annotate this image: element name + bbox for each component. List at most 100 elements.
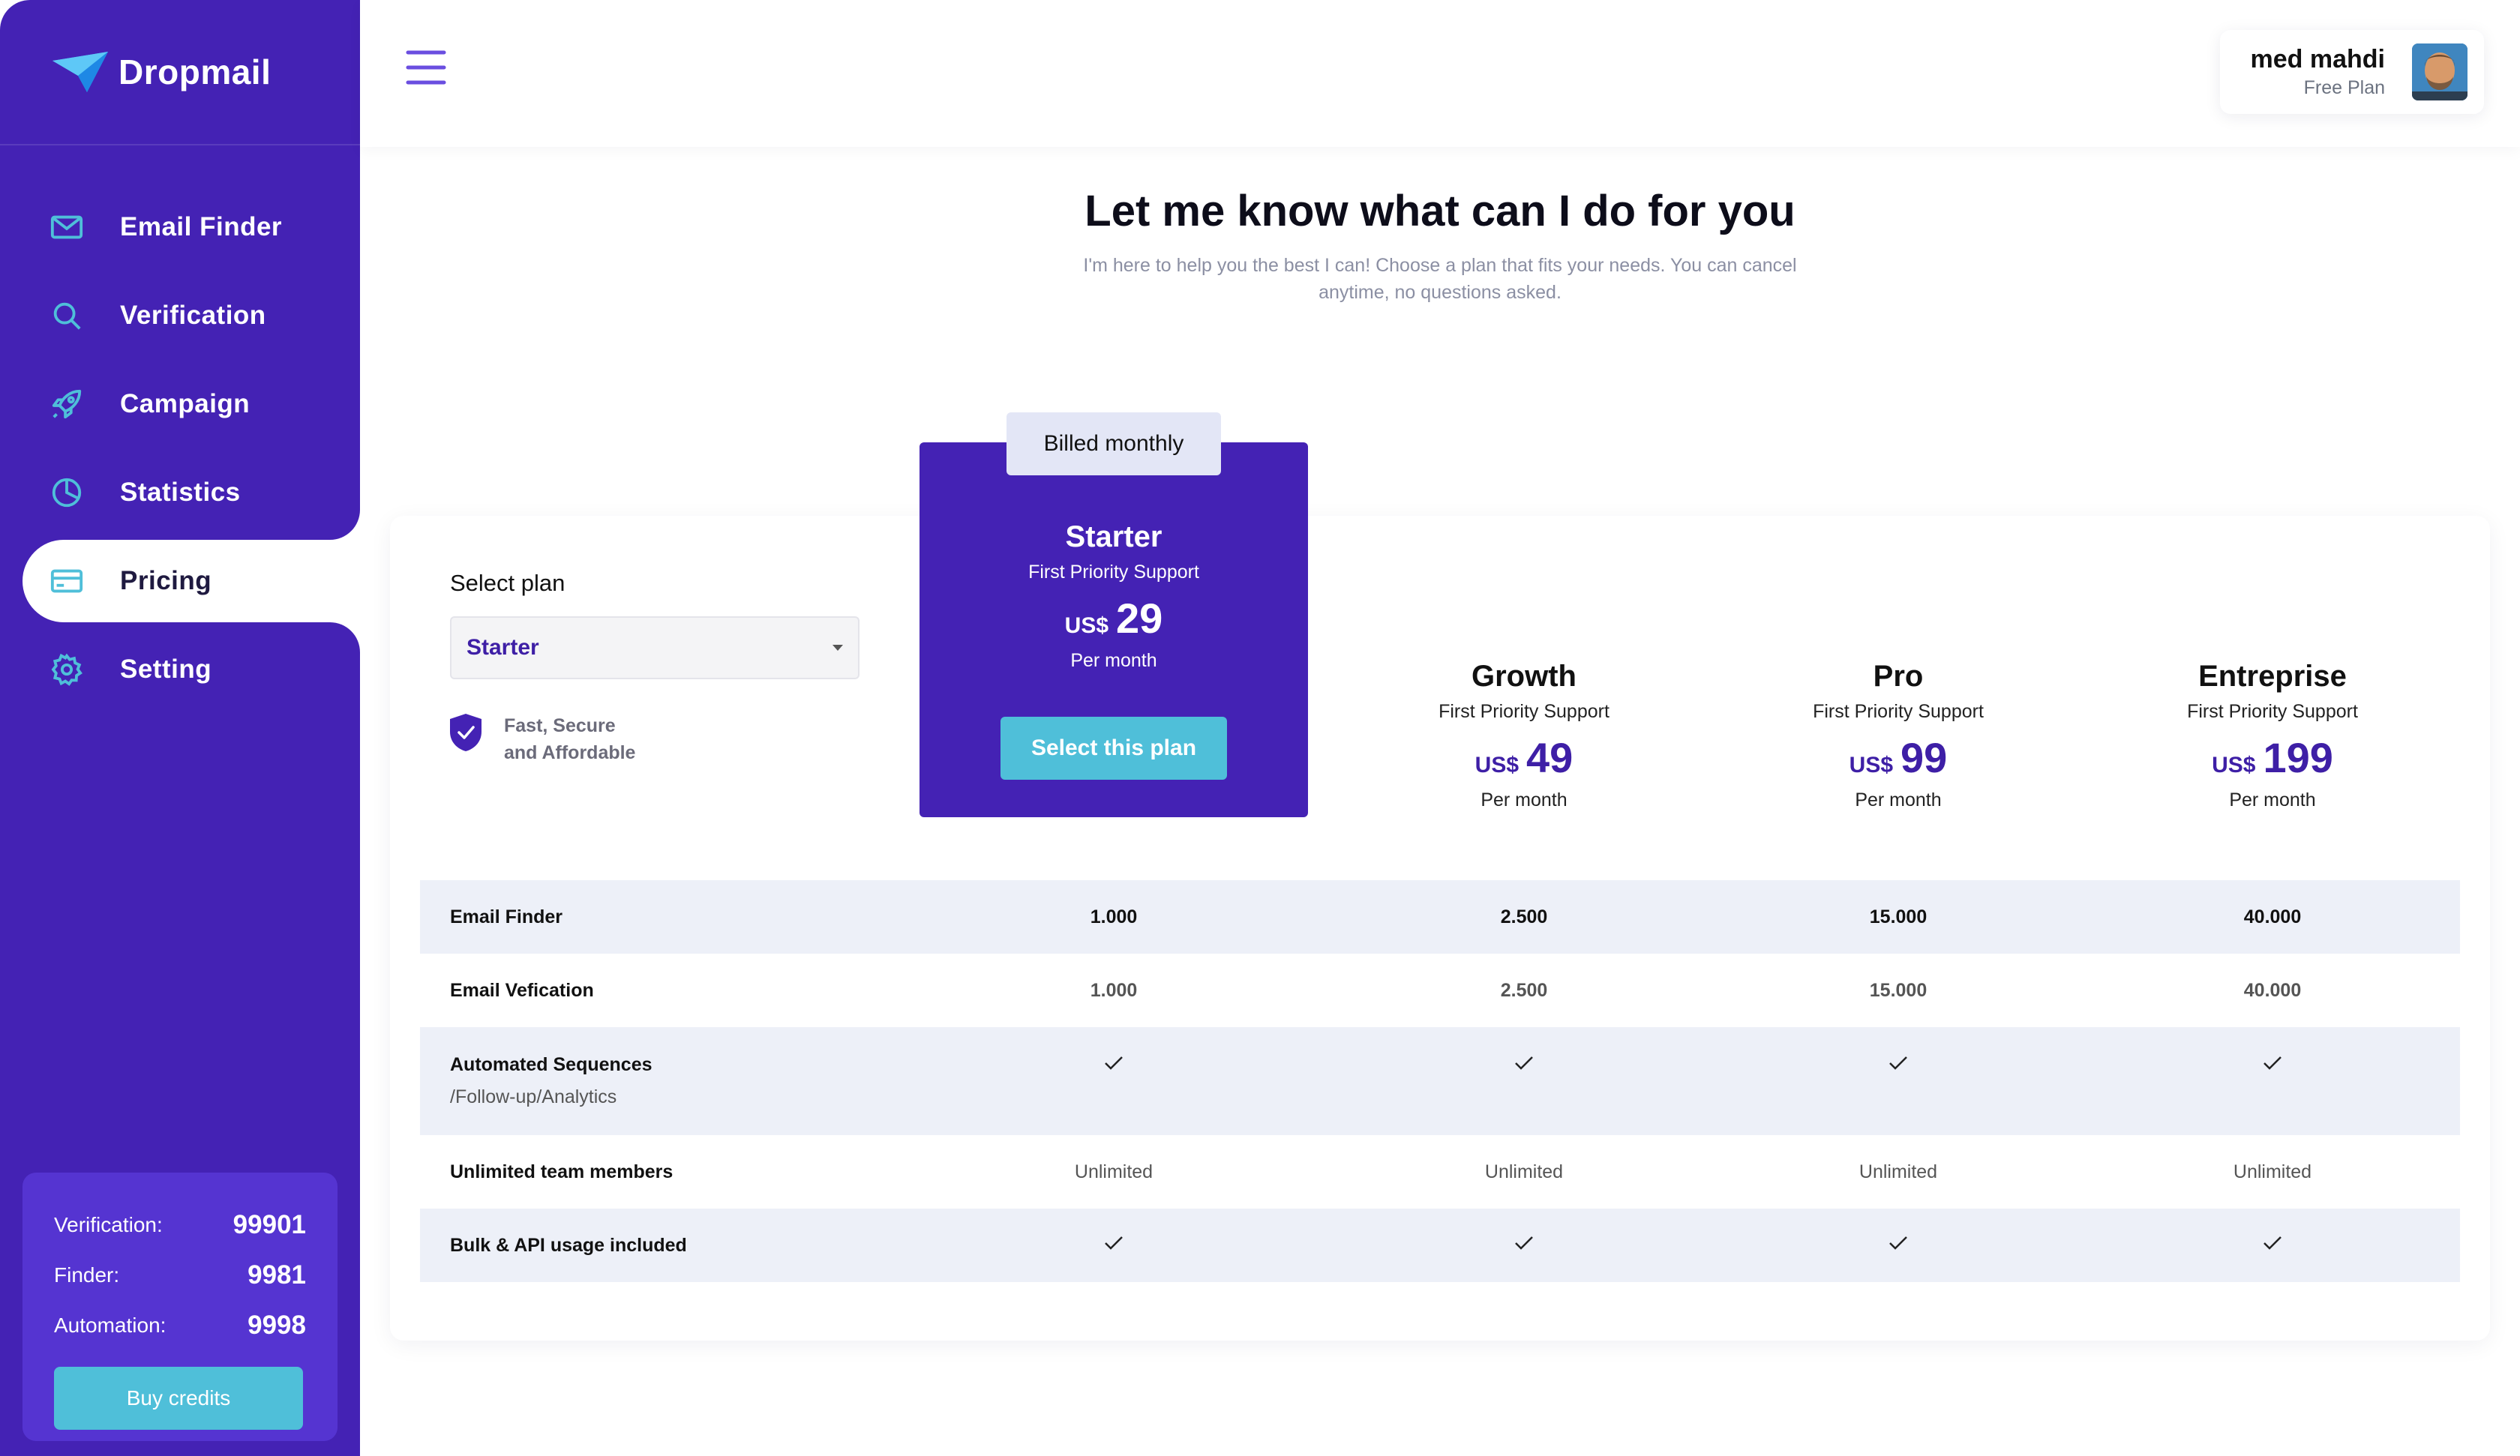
plan-support: First Priority Support	[1028, 562, 1199, 583]
plan-amount: 49	[1526, 734, 1574, 781]
plan-currency: US$	[2212, 753, 2256, 777]
plan-support: First Priority Support	[1438, 701, 1610, 722]
sidebar-item-setting[interactable]: Setting	[0, 628, 360, 711]
sidebar-item-label: Email Finder	[120, 212, 283, 241]
brand-name: Dropmail	[118, 52, 272, 91]
avatar[interactable]	[2412, 43, 2468, 100]
plan-support: First Priority Support	[1813, 701, 1984, 722]
select-plan-label: Select plan	[450, 570, 566, 596]
credit-row-automation: Automation: 9998	[54, 1300, 306, 1350]
feature-note-text: Fast, Secure and Affordable	[504, 712, 635, 766]
plan-name: Pro	[1873, 660, 1924, 693]
hamburger-menu-icon[interactable]	[405, 46, 447, 88]
comparison-table: Email Finder 1.000 2.500 15.000 40.000 E…	[420, 880, 2460, 1282]
brand-divider	[0, 144, 360, 145]
top-bar: med mahdi Free Plan	[360, 0, 2520, 147]
sidebar-item-label: Statistics	[120, 478, 241, 507]
sidebar-item-statistics[interactable]: Statistics	[0, 451, 360, 534]
credit-label: Finder:	[54, 1263, 120, 1287]
table-cell	[2160, 1054, 2385, 1077]
credits-panel: Verification: 99901 Finder: 9981 Automat…	[22, 1173, 338, 1441]
table-cell: Unlimited	[1484, 1161, 1564, 1182]
row-label: Automated Sequences /Follow-up/Analytics	[450, 1054, 652, 1108]
checkmark-icon	[1515, 1056, 1533, 1070]
checkmark-icon	[2264, 1236, 2282, 1250]
plan-currency: US$	[1849, 753, 1894, 777]
credit-row-verification: Verification: 99901	[54, 1200, 306, 1250]
table-row: Email Vefication 1.000 2.500 15.000 40.0…	[420, 954, 2460, 1027]
table-cell	[1786, 1054, 2011, 1077]
chevron-down-icon	[832, 645, 843, 651]
feature-note: Fast, Secure and Affordable	[448, 712, 635, 766]
plan-name: Entreprise	[2198, 660, 2347, 693]
mail-icon	[50, 215, 83, 239]
credit-value: 99901	[232, 1209, 306, 1239]
page-title: Let me know what can I do for you	[1084, 187, 1796, 235]
table-cell	[1412, 1234, 1636, 1257]
plan-amount: 99	[1900, 734, 1948, 781]
table-cell	[2160, 1234, 2385, 1257]
table-cell: 40.000	[2243, 906, 2302, 927]
plan-currency: US$	[1474, 753, 1520, 777]
table-cell: Unlimited	[1858, 1161, 1938, 1182]
sidebar-item-label: Pricing	[120, 566, 212, 595]
credit-value: 9981	[248, 1260, 306, 1290]
plan-price: US$ 199	[2085, 733, 2460, 782]
avatar-image	[2412, 43, 2468, 100]
table-row: Bulk & API usage included	[420, 1209, 2460, 1282]
sidebar-item-verification[interactable]: Verification	[0, 274, 360, 357]
plan-price: US$ 29	[920, 594, 1308, 643]
plan-amount: 199	[2263, 734, 2333, 781]
checkmark-icon	[1515, 1236, 1533, 1250]
plan-price: US$ 49	[1336, 733, 1712, 782]
plan-card-pro: Pro First Priority Support US$ 99 Per mo…	[1711, 660, 2086, 811]
active-curve-top	[315, 495, 360, 540]
brand-logo[interactable]: Dropmail	[51, 48, 271, 96]
row-label-text: Automated Sequences	[450, 1054, 652, 1075]
plan-period: Per month	[1855, 789, 1942, 810]
pie-chart-icon	[52, 478, 82, 508]
user-profile-card[interactable]: med mahdi Free Plan	[2220, 30, 2484, 114]
plan-select[interactable]: Starter	[450, 616, 860, 679]
plan-card-entreprise: Entreprise First Priority Support US$ 19…	[2085, 660, 2460, 811]
credit-value: 9998	[248, 1310, 306, 1340]
credit-row-finder: Finder: 9981	[54, 1250, 306, 1300]
sidebar-item-label: Setting	[120, 655, 212, 684]
credit-card-icon	[50, 569, 83, 593]
table-cell: 15.000	[1869, 906, 1928, 927]
buy-credits-button[interactable]: Buy credits	[54, 1367, 303, 1430]
plan-select-value: Starter	[466, 635, 539, 660]
plan-support: First Priority Support	[2187, 701, 2358, 722]
table-cell	[1001, 1054, 1226, 1077]
plan-name: Starter	[1065, 520, 1162, 553]
sidebar-item-campaign[interactable]: Campaign	[0, 363, 360, 445]
table-cell: Unlimited	[1074, 1161, 1154, 1182]
plan-card-starter: Starter First Priority Support US$ 29 Pe…	[920, 442, 1308, 817]
billing-toggle-badge[interactable]: Billed monthly	[1006, 412, 1221, 475]
checkmark-icon	[1889, 1056, 1907, 1070]
table-row: Unlimited team members Unlimited Unlimit…	[420, 1135, 2460, 1209]
user-info: med mahdi Free Plan	[2251, 45, 2385, 99]
table-cell	[1001, 1234, 1226, 1257]
plan-name: Growth	[1472, 660, 1576, 693]
sidebar: Dropmail Email Finder Verification Campa…	[0, 0, 360, 1456]
credit-label: Verification:	[54, 1212, 163, 1236]
checkmark-icon	[1889, 1236, 1907, 1250]
feature-note-line: and Affordable	[504, 742, 636, 763]
table-row: Email Finder 1.000 2.500 15.000 40.000	[420, 880, 2460, 954]
table-cell: Unlimited	[2233, 1161, 2312, 1182]
plan-period: Per month	[1480, 789, 1568, 810]
user-name: med mahdi	[2250, 45, 2385, 73]
rocket-icon	[52, 389, 82, 419]
sidebar-item-pricing[interactable]: Pricing	[22, 495, 360, 667]
table-cell: 2.500	[1500, 979, 1548, 1001]
sidebar-item-label: Verification	[120, 301, 266, 330]
plan-amount: 29	[1116, 595, 1163, 642]
search-icon	[53, 302, 81, 330]
plan-period: Per month	[2229, 789, 2316, 810]
table-cell: 2.500	[1500, 906, 1548, 927]
sidebar-item-email-finder[interactable]: Email Finder	[0, 186, 360, 268]
page-subtitle: I'm here to help you the best I can! Cho…	[1083, 255, 1797, 303]
select-plan-button[interactable]: Select this plan	[1000, 717, 1227, 780]
credit-label: Automation:	[54, 1313, 166, 1337]
